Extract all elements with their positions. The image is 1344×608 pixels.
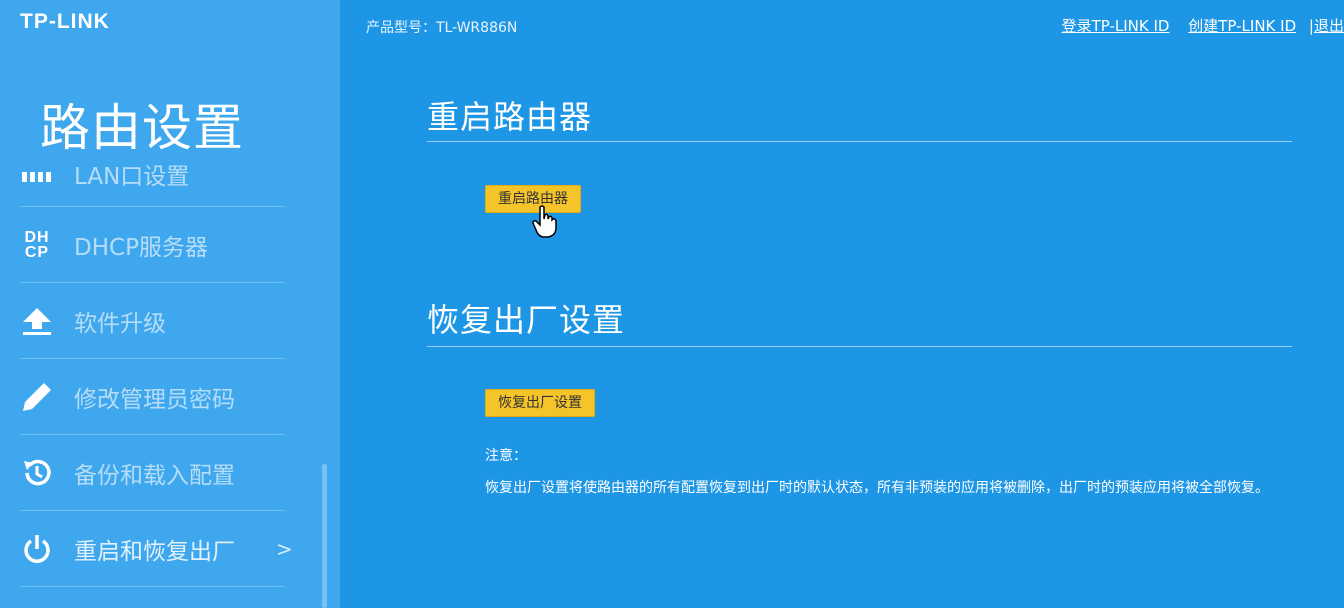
note-title: 注意： bbox=[485, 448, 527, 464]
chevron-right-icon: > bbox=[276, 536, 293, 561]
sidebar-item-label: 备份和载入配置 bbox=[74, 462, 235, 489]
sidebar-item-change-admin-password[interactable]: 修改管理员密码 bbox=[20, 359, 285, 435]
sidebar-scrollbar[interactable] bbox=[322, 464, 327, 608]
sidebar-item-label: 软件升级 bbox=[74, 310, 166, 337]
sidebar-item-label: 修改管理员密码 bbox=[74, 386, 235, 413]
power-icon bbox=[20, 532, 54, 566]
sidebar-item-label: 重启和恢复出厂 bbox=[74, 538, 235, 565]
divider bbox=[427, 141, 1292, 142]
lan-icon bbox=[20, 158, 54, 192]
sidebar-item-backup-restore-config[interactable]: 备份和载入配置 bbox=[20, 435, 285, 511]
sidebar-section-title: 路由设置 bbox=[40, 99, 244, 157]
dhcp-icon: DH CP bbox=[24, 228, 50, 261]
note-text: 恢复出厂设置将使路由器的所有配置恢复到出厂时的默认状态，所有非预装的应用将被删除… bbox=[485, 480, 1269, 496]
reboot-heading: 重启路由器 bbox=[427, 98, 593, 136]
history-icon bbox=[20, 456, 54, 490]
logout-link[interactable]: 退出 bbox=[1314, 17, 1344, 35]
header-links: 登录TP-LINK ID 创建TP-LINK ID |退出 bbox=[1048, 15, 1344, 36]
login-tplink-id-link[interactable]: 登录TP-LINK ID bbox=[1062, 17, 1170, 35]
hand-cursor-icon bbox=[532, 205, 558, 243]
sidebar-item-dhcp-server[interactable]: DH CP DHCP服务器 bbox=[20, 207, 285, 283]
upload-icon bbox=[20, 304, 54, 338]
sidebar-item-label: LAN口设置 bbox=[74, 164, 190, 190]
factory-reset-button[interactable]: 恢复出厂设置 bbox=[485, 389, 595, 417]
create-tplink-id-link[interactable]: 创建TP-LINK ID bbox=[1188, 17, 1296, 35]
tp-link-logo: TP-LINK bbox=[20, 10, 110, 33]
pencil-icon bbox=[20, 380, 54, 414]
sidebar-item-firmware-upgrade[interactable]: 软件升级 bbox=[20, 283, 285, 359]
sidebar-item-label: DHCP服务器 bbox=[74, 234, 208, 261]
divider bbox=[427, 346, 1292, 347]
product-model: 产品型号：TL-WR886N bbox=[366, 20, 518, 36]
sidebar: TP-LINK 路由设置 LAN口设置 DH CP DHCP服务器 软件升级 修… bbox=[0, 0, 340, 608]
sidebar-nav: LAN口设置 DH CP DHCP服务器 软件升级 修改管理员密码 备份和载入配… bbox=[20, 140, 293, 587]
factory-reset-heading: 恢复出厂设置 bbox=[427, 301, 626, 339]
sidebar-item-reboot-factory-reset[interactable]: 重启和恢复出厂 > bbox=[20, 511, 293, 587]
